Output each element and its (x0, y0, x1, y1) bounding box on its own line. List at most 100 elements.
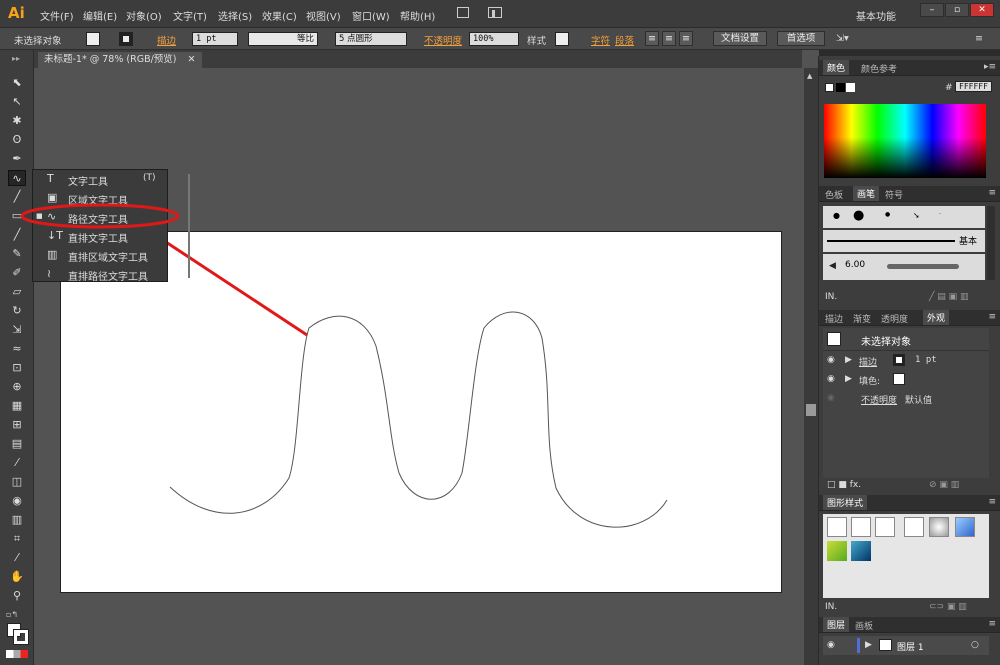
panel-menu-icon[interactable]: ≡ (988, 497, 996, 507)
scroll-thumb[interactable] (806, 404, 816, 416)
graphic-style-leaf[interactable] (827, 541, 847, 561)
bridge-icon[interactable] (457, 7, 469, 18)
stroke-attribute-swatch[interactable] (893, 354, 905, 366)
workspace-switcher[interactable]: 基本功能 (856, 8, 896, 23)
brush-dots-row[interactable]: ● ● ● ➘ · (823, 206, 985, 228)
panel-menu-icon[interactable]: ▸≡ (984, 62, 996, 72)
paragraph-link[interactable]: 段落 (615, 33, 634, 47)
tab-layers[interactable]: 图层 (823, 617, 850, 632)
visibility-eye-icon[interactable]: ◉ (827, 355, 835, 365)
wave-path[interactable] (169, 311, 668, 528)
hex-field[interactable]: FFFFFF (955, 81, 992, 92)
basic-brush-row[interactable]: 基本 (823, 230, 985, 252)
brush-scrollbar[interactable] (987, 206, 995, 280)
artboard-tool-icon[interactable]: ⌗ (8, 531, 26, 547)
rotate-tool-icon[interactable]: ↻ (8, 303, 26, 319)
appearance-footer-icons[interactable]: □ ■ fx. (827, 480, 861, 490)
tab-swatches[interactable]: 色板 (825, 188, 843, 201)
hand-tool-icon[interactable]: ✋ (8, 569, 26, 585)
blend-tool-icon[interactable]: ◫ (8, 474, 26, 490)
graphic-style-none[interactable] (851, 517, 871, 537)
graphic-style-shadow[interactable] (929, 517, 949, 537)
symbol-sprayer-tool-icon[interactable]: ◉ (8, 493, 26, 509)
free-transform-tool-icon[interactable]: ⊡ (8, 360, 26, 376)
stroke-color-swatch[interactable] (13, 629, 29, 645)
white-swatch[interactable] (846, 83, 855, 92)
graphic-style-blue[interactable] (955, 517, 975, 537)
panel-menu-icon[interactable]: ≡ (988, 619, 996, 629)
gradient-tool-icon[interactable]: ▤ (8, 436, 26, 452)
vertical-scrollbar[interactable]: ▲ (804, 68, 818, 665)
slice-tool-icon[interactable]: ⁄ (8, 550, 26, 566)
color-spectrum[interactable] (824, 104, 986, 178)
stroke-attribute-label[interactable]: 描边 (859, 355, 877, 368)
visibility-eye-icon[interactable]: ◉ (827, 640, 835, 650)
scroll-up-icon[interactable]: ▲ (807, 72, 812, 80)
tab-artboards[interactable]: 画板 (855, 619, 873, 632)
brush-definition[interactable]: 5 点圆形 (335, 32, 407, 46)
graphic-style-swatch[interactable] (555, 32, 569, 46)
menu-view[interactable]: 视图(V) (306, 8, 341, 23)
document-setup-button[interactable]: 文档设置 (713, 31, 767, 46)
mesh-tool-icon[interactable]: ⊞ (8, 417, 26, 433)
panel-menu-icon[interactable]: ≡ (988, 188, 996, 198)
perspective-grid-tool-icon[interactable]: ▦ (8, 398, 26, 414)
panel-menu-icon[interactable]: ≡ (988, 312, 996, 322)
graphic-style-mixed[interactable] (904, 517, 924, 537)
quick-actions-icon[interactable]: ⇲▾ (836, 33, 849, 44)
menu-select[interactable]: 选择(S) (218, 8, 252, 23)
close-button[interactable]: ✕ (970, 3, 994, 17)
flyout-item-vertical-area-type[interactable]: ▥ 直排区域文字工具 (33, 246, 167, 264)
default-colors-icon[interactable]: ▫↰ (6, 610, 18, 619)
arrange-documents-icon[interactable] (488, 7, 502, 18)
expand-arrow-icon[interactable]: ▶ (845, 355, 852, 365)
warp-tool-icon[interactable]: ≈ (8, 341, 26, 357)
eyedropper-tool-icon[interactable]: ⁄ (8, 455, 26, 471)
align-right-icon[interactable]: ≡ (679, 31, 693, 46)
none-swatch-icon[interactable] (825, 83, 834, 92)
art-brush-row[interactable]: ◀ 6.00 (823, 254, 985, 280)
tab-color-guide[interactable]: 颜色参考 (861, 62, 897, 75)
variable-width-profile[interactable]: 等比 (248, 32, 318, 46)
tab-symbols[interactable]: 符号 (885, 188, 903, 201)
graph-tool-icon[interactable]: ▥ (8, 512, 26, 528)
layer-name[interactable]: 图层 1 (897, 640, 924, 653)
visibility-eye-icon[interactable]: ◉ (827, 393, 835, 403)
minimize-button[interactable]: – (920, 3, 944, 17)
control-menu-icon[interactable]: ≡ (975, 33, 983, 44)
tab-brushes[interactable]: 画笔 (853, 186, 880, 201)
character-link[interactable]: 字符 (591, 33, 610, 47)
blob-brush-tool-icon[interactable]: ✐ (8, 265, 26, 281)
color-mode-icon[interactable] (6, 650, 28, 658)
pencil-tool-icon[interactable]: ✎ (8, 246, 26, 262)
tab-appearance[interactable]: 外观 (923, 310, 950, 325)
eraser-tool-icon[interactable]: ▱ (8, 284, 26, 300)
graphic-style-water[interactable] (851, 541, 871, 561)
menu-help[interactable]: 帮助(H) (400, 8, 435, 23)
opacity-attribute-label[interactable]: 不透明度 (861, 393, 897, 406)
tab-gradient[interactable]: 渐变 (853, 312, 871, 325)
opacity-field[interactable]: 100% (469, 32, 519, 46)
styles-library-icon[interactable]: IN. (825, 602, 837, 612)
visibility-eye-icon[interactable]: ◉ (827, 374, 835, 384)
menu-window[interactable]: 窗口(W) (352, 8, 390, 23)
appearance-actions-icons[interactable]: ⊘ ▣ ▥ (929, 480, 959, 490)
tab-color[interactable]: 颜色 (823, 60, 850, 75)
shape-builder-tool-icon[interactable]: ⊕ (8, 379, 26, 395)
graphic-style-stroke[interactable] (875, 517, 895, 537)
black-swatch[interactable] (836, 83, 845, 92)
flyout-item-vertical-type-on-path[interactable]: ≀ 直排路径文字工具 (33, 265, 167, 283)
expand-arrow-icon[interactable]: ▶ (865, 640, 872, 650)
brush-library-icon[interactable]: IN. (825, 292, 837, 302)
preferences-button[interactable]: 首选项 (777, 31, 825, 46)
brush-actions-icons[interactable]: ╱ ▤ ▣ ▥ (929, 292, 969, 302)
zoom-tool-icon[interactable]: ⚲ (8, 588, 26, 604)
scale-tool-icon[interactable]: ⇲ (8, 322, 26, 338)
tab-graphic-styles[interactable]: 图形样式 (823, 495, 868, 510)
styles-actions-icons[interactable]: ⊂⊃ ▣ ▥ (929, 602, 967, 612)
fill-attribute-swatch[interactable] (893, 373, 905, 385)
tab-transparency[interactable]: 透明度 (881, 312, 908, 325)
layer-target-icon[interactable]: ○ (971, 640, 979, 650)
layer-row[interactable]: ◉ ▶ 图层 1 ○ (823, 636, 989, 655)
opacity-label[interactable]: 不透明度 (424, 33, 462, 47)
